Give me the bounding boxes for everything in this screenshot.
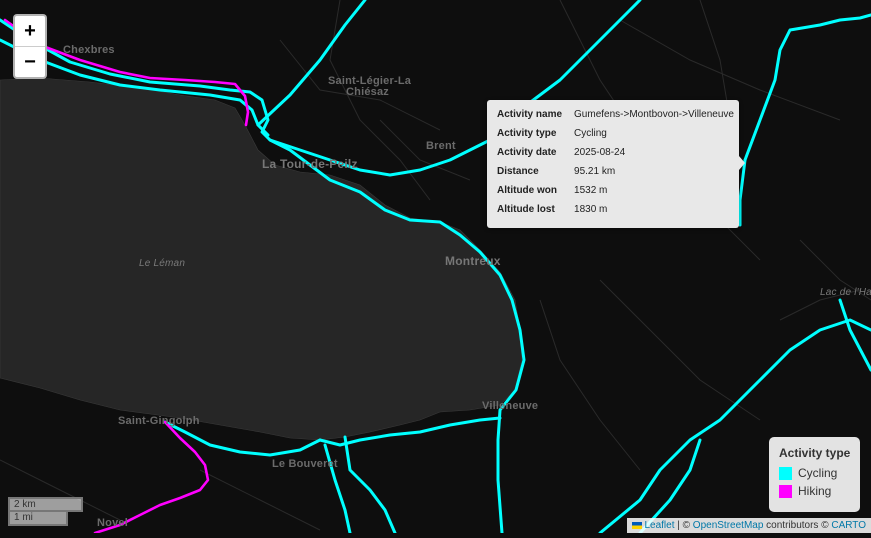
place-label: Villeneuve [482,400,539,412]
map-canvas[interactable]: Chexbres Saint-Légier-La Chiésaz Brent L… [0,0,871,535]
popup-key: Activity date [497,146,557,158]
popup-value: 95.21 km [574,165,616,177]
place-label: Chexbres [63,44,115,56]
place-label: La Tour-de-Peilz [262,157,358,171]
scale-imperial: 1 mi [8,512,68,526]
zoom-in-button[interactable]: + [15,16,45,46]
attribution-text: contributors © [763,520,832,531]
legend-label: Hiking [798,484,832,498]
place-label: Saint-Gingolph [118,415,200,427]
place-label: Novel [97,517,128,529]
place-label: Lac de l'Ha [820,287,871,298]
map-tiles [0,0,871,535]
popup-key: Activity name [497,108,563,120]
popup-row: Activity date 2025-08-24 [495,146,734,165]
popup-value: 1532 m [574,184,608,196]
place-label: Montreux [445,254,501,268]
popup-key: Distance [497,165,539,177]
popup-row: Altitude won 1532 m [495,184,734,203]
activity-details-table: Activity name Gumefens->Montbovon->Villen… [495,108,734,222]
attribution-text: | © [674,520,693,531]
scale-metric: 2 km [8,497,83,512]
hiking-swatch [779,484,792,498]
place-label: Brent [426,140,456,152]
popup-row: Activity name Gumefens->Montbovon->Villen… [495,108,734,127]
popup-row: Altitude lost 1830 m [495,203,734,222]
carto-link[interactable]: CARTO [831,520,866,531]
leaflet-link[interactable]: Leaflet [644,520,674,531]
legend: Activity type Cycling Hiking [769,437,860,512]
place-label: Le Léman [139,258,186,269]
popup-value: Gumefens->Montbovon->Villeneuve [574,108,734,120]
activity-popup: Activity name Gumefens->Montbovon->Villen… [487,100,739,228]
legend-item-cycling: Cycling [779,466,860,480]
legend-item-hiking: Hiking [779,484,860,498]
popup-row: Activity type Cycling [495,127,734,146]
popup-tip [739,156,745,170]
zoom-control: + − [13,14,47,79]
attribution: Leaflet | © OpenStreetMap contributors ©… [627,518,871,533]
legend-label: Cycling [798,466,838,480]
place-label: Le Bouveret [272,458,338,470]
zoom-out-button[interactable]: − [15,46,45,77]
popup-key: Altitude won [497,184,557,196]
popup-row: Distance 95.21 km [495,165,734,184]
popup-value: 1830 m [574,203,608,215]
osm-link[interactable]: OpenStreetMap [693,520,764,531]
place-label: Chiésaz [346,86,389,98]
popup-value: 2025-08-24 [574,146,626,158]
popup-value: Cycling [574,127,607,139]
cycling-swatch [779,466,792,480]
legend-title: Activity type [779,446,851,460]
popup-key: Activity type [497,127,557,139]
popup-key: Altitude lost [497,203,555,215]
ukraine-flag-icon [632,522,643,529]
